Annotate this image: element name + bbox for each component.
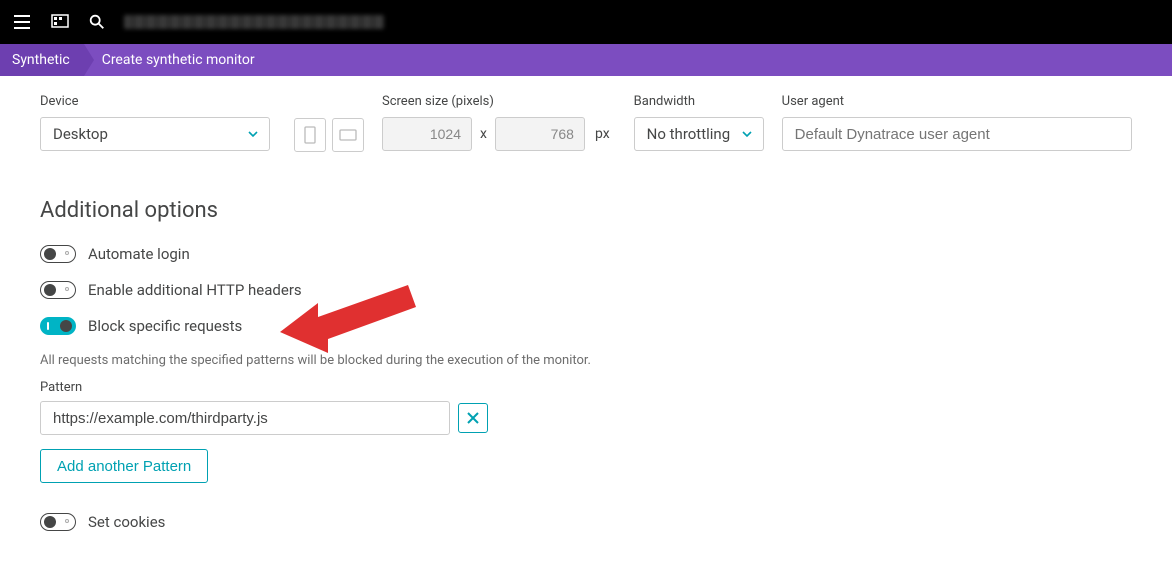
automate-login-toggle[interactable] (40, 245, 76, 263)
breadcrumb: Synthetic Create synthetic monitor (0, 44, 1172, 76)
menu-icon[interactable] (12, 12, 32, 32)
width-input[interactable] (382, 117, 472, 151)
portrait-button[interactable] (294, 118, 326, 152)
x-separator: x (480, 126, 487, 142)
main-content: Device Desktop Screen size (pixels) x (0, 76, 1172, 579)
device-value: Desktop (53, 125, 108, 143)
landscape-button[interactable] (332, 118, 364, 152)
block-requests-label: Block specific requests (88, 317, 242, 335)
pattern-input[interactable] (40, 401, 450, 435)
user-agent-label: User agent (782, 94, 1132, 109)
remove-pattern-button[interactable] (458, 403, 488, 433)
chevron-down-icon (247, 128, 259, 140)
set-cookies-label: Set cookies (88, 513, 165, 531)
breadcrumb-current: Create synthetic monitor (84, 44, 269, 76)
http-headers-toggle[interactable] (40, 281, 76, 299)
search-input-blurred (124, 15, 384, 29)
top-bar (0, 0, 1172, 44)
additional-options-heading: Additional options (40, 198, 1172, 223)
bandwidth-value: No throttling (647, 125, 730, 143)
http-headers-label: Enable additional HTTP headers (88, 281, 302, 299)
height-input[interactable] (495, 117, 585, 151)
block-requests-toggle[interactable] (40, 317, 76, 335)
bandwidth-select[interactable]: No throttling (634, 117, 764, 151)
dashboard-icon[interactable] (50, 12, 70, 32)
px-unit: px (595, 126, 610, 142)
search-icon[interactable] (88, 13, 106, 31)
set-cookies-toggle[interactable] (40, 513, 76, 531)
user-agent-input[interactable] (782, 117, 1132, 151)
screen-size-label: Screen size (pixels) (382, 94, 610, 109)
block-requests-help: All requests matching the specified patt… (40, 353, 1172, 368)
device-label: Device (40, 94, 270, 109)
close-icon (466, 411, 480, 425)
bandwidth-label: Bandwidth (634, 94, 764, 109)
breadcrumb-root[interactable]: Synthetic (0, 44, 84, 76)
add-pattern-button[interactable]: Add another Pattern (40, 449, 208, 483)
pattern-label: Pattern (40, 380, 1172, 395)
chevron-down-icon (741, 128, 753, 140)
automate-login-label: Automate login (88, 245, 190, 263)
device-select[interactable]: Desktop (40, 117, 270, 151)
